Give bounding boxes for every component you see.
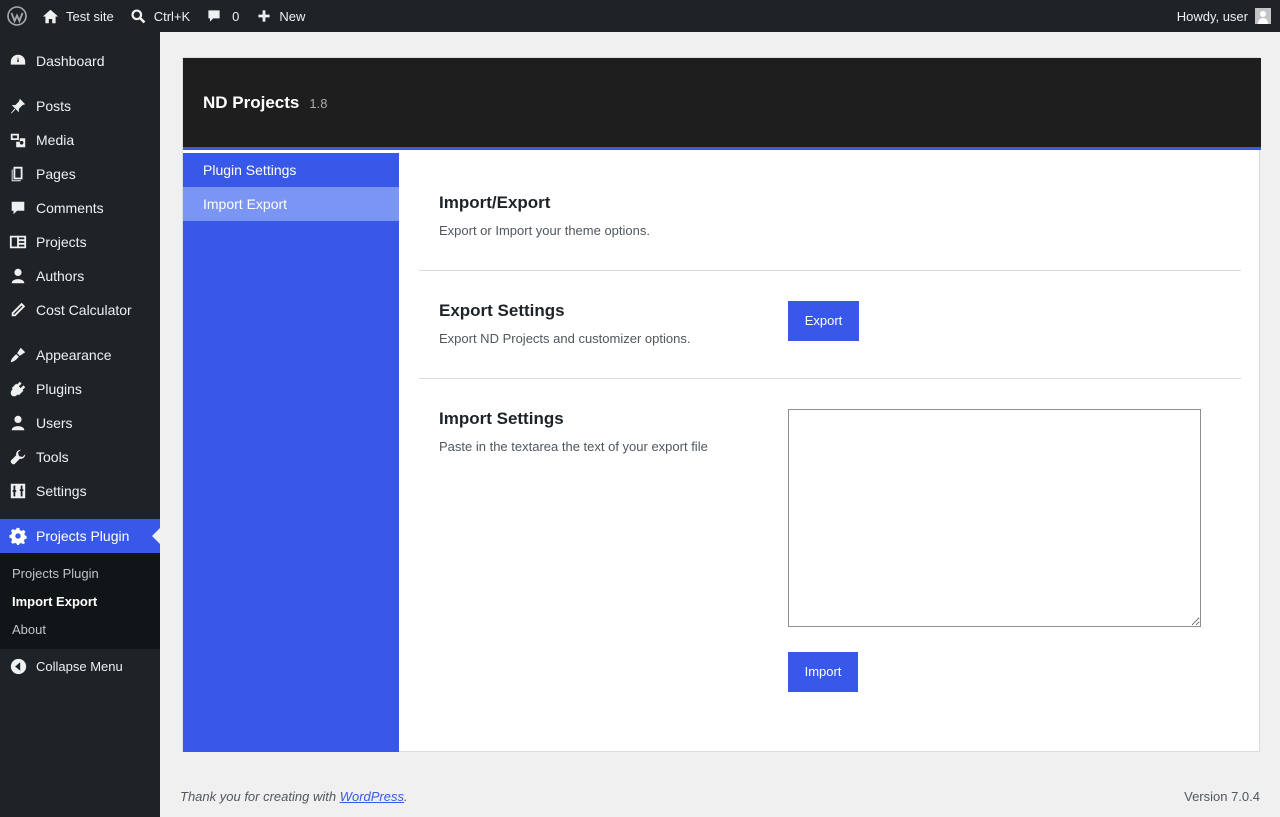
comments-count: 0 xyxy=(232,8,240,24)
panel-header: ND Projects 1.8 xyxy=(183,58,1261,150)
site-name-link[interactable]: Test site xyxy=(34,0,122,32)
avatar xyxy=(1255,8,1271,24)
sidebar-item-label: Tools xyxy=(36,449,69,465)
sidebar-item-label: Comments xyxy=(36,200,104,216)
export-section: Export Settings Export ND Projects and c… xyxy=(419,271,1241,379)
sidebar-item-authors[interactable]: Authors xyxy=(0,259,160,293)
import-button[interactable]: Import xyxy=(788,652,858,692)
sidebar-item-label: Users xyxy=(36,415,73,431)
sidebar-item-label: Settings xyxy=(36,483,87,499)
users-icon xyxy=(0,406,36,440)
export-button[interactable]: Export xyxy=(788,301,859,341)
comments-link[interactable]: 0 xyxy=(198,0,247,32)
panel-title: ND Projects xyxy=(203,92,300,112)
footer-thanks-prefix: Thank you for creating with xyxy=(180,789,340,804)
sidebar-item-label: Plugins xyxy=(36,381,82,397)
pencil-icon xyxy=(0,293,36,327)
sidebar-item-dashboard[interactable]: Dashboard xyxy=(0,44,160,78)
new-label: New xyxy=(279,8,306,24)
sidebar-item-appearance[interactable]: Appearance xyxy=(0,338,160,372)
intro-section: Import/Export Export or Import your them… xyxy=(419,153,1241,271)
sidebar-item-label: Authors xyxy=(36,268,85,284)
pages-icon xyxy=(0,157,36,191)
sidebar-item-label: Projects xyxy=(36,234,87,250)
admin-bar: Test site Ctrl+K 0 New Howdy, user xyxy=(0,0,1280,32)
wordpress-logo-icon[interactable] xyxy=(0,0,34,32)
sidebar-item-cost-calculator[interactable]: Cost Calculator xyxy=(0,293,160,327)
sidebar-item-settings[interactable]: Settings xyxy=(0,474,160,508)
panel-nav: Plugin Settings Import Export xyxy=(183,153,399,752)
user-account-link[interactable]: Howdy, user xyxy=(1169,0,1280,32)
panel-content: Import/Export Export or Import your them… xyxy=(419,153,1241,692)
site-name: Test site xyxy=(66,8,114,24)
new-content-link[interactable]: New xyxy=(249,0,313,32)
sidebar-item-label: Dashboard xyxy=(36,53,105,69)
sidebar-item-media[interactable]: Media xyxy=(0,123,160,157)
sidebar-item-posts[interactable]: Posts xyxy=(0,89,160,123)
submenu-item-about[interactable]: About xyxy=(0,616,160,644)
sidebar-item-label: Cost Calculator xyxy=(36,302,132,318)
sidebar-item-plugins[interactable]: Plugins xyxy=(0,372,160,406)
sidebar-item-label: Media xyxy=(36,132,75,148)
panel-version: 1.8 xyxy=(309,96,328,111)
sidebar-item-label: Pages xyxy=(36,166,76,182)
wordpress-link[interactable]: WordPress xyxy=(340,789,404,804)
collapse-menu-label: Collapse Menu xyxy=(36,658,123,674)
footer-thanks: Thank you for creating with WordPress. xyxy=(180,789,408,804)
projects-icon xyxy=(0,225,36,259)
collapse-menu-button[interactable]: Collapse Menu xyxy=(0,649,160,683)
footer-version: Version 7.0.4 xyxy=(1184,789,1260,804)
comment-icon xyxy=(206,8,222,24)
sidebar-item-tools[interactable]: Tools xyxy=(0,440,160,474)
sidebar-item-label: Posts xyxy=(36,98,72,114)
user-icon xyxy=(0,259,36,293)
section-title: Import/Export xyxy=(439,193,551,212)
admin-sidebar: Dashboard Posts Media Pages Comments Pro… xyxy=(0,32,160,817)
command-palette-link[interactable]: Ctrl+K xyxy=(122,0,198,32)
sidebar-item-comments[interactable]: Comments xyxy=(0,191,160,225)
plugin-panel: ND Projects 1.8 Plugin Settings Import E… xyxy=(182,57,1261,752)
media-icon xyxy=(0,123,36,157)
home-icon xyxy=(42,8,59,25)
sidebar-item-projects-plugin[interactable]: Projects Plugin xyxy=(0,519,160,553)
sidebar-item-projects[interactable]: Projects xyxy=(0,225,160,259)
plus-icon xyxy=(257,9,271,23)
submenu-item-import-export[interactable]: Import Export xyxy=(0,588,160,616)
gear-icon xyxy=(0,519,36,553)
greeting: Howdy, user xyxy=(1176,8,1248,24)
plug-icon xyxy=(0,372,36,406)
projects-plugin-submenu: Projects Plugin Import Export About xyxy=(0,553,160,649)
sidebar-item-label: Projects Plugin xyxy=(36,528,130,544)
tab-import-export[interactable]: Import Export xyxy=(183,187,399,221)
brush-icon xyxy=(0,338,36,372)
footer-thanks-suffix: . xyxy=(404,789,408,804)
import-textarea[interactable] xyxy=(788,409,1201,627)
search-icon xyxy=(130,8,147,25)
collapse-arrow-icon xyxy=(0,658,36,675)
dashboard-icon xyxy=(0,44,36,78)
search-shortcut: Ctrl+K xyxy=(153,8,191,24)
pin-icon xyxy=(0,89,36,123)
sliders-icon xyxy=(0,474,36,508)
sidebar-item-label: Appearance xyxy=(36,347,112,363)
comment-icon xyxy=(0,191,36,225)
tab-plugin-settings[interactable]: Plugin Settings xyxy=(183,153,399,187)
sidebar-item-users[interactable]: Users xyxy=(0,406,160,440)
wrench-icon xyxy=(0,440,36,474)
section-description: Export or Import your theme options. xyxy=(439,223,650,238)
sidebar-item-pages[interactable]: Pages xyxy=(0,157,160,191)
submenu-item-projects-plugin[interactable]: Projects Plugin xyxy=(0,560,160,588)
import-section: Import Settings Paste in the textarea th… xyxy=(419,379,1241,692)
